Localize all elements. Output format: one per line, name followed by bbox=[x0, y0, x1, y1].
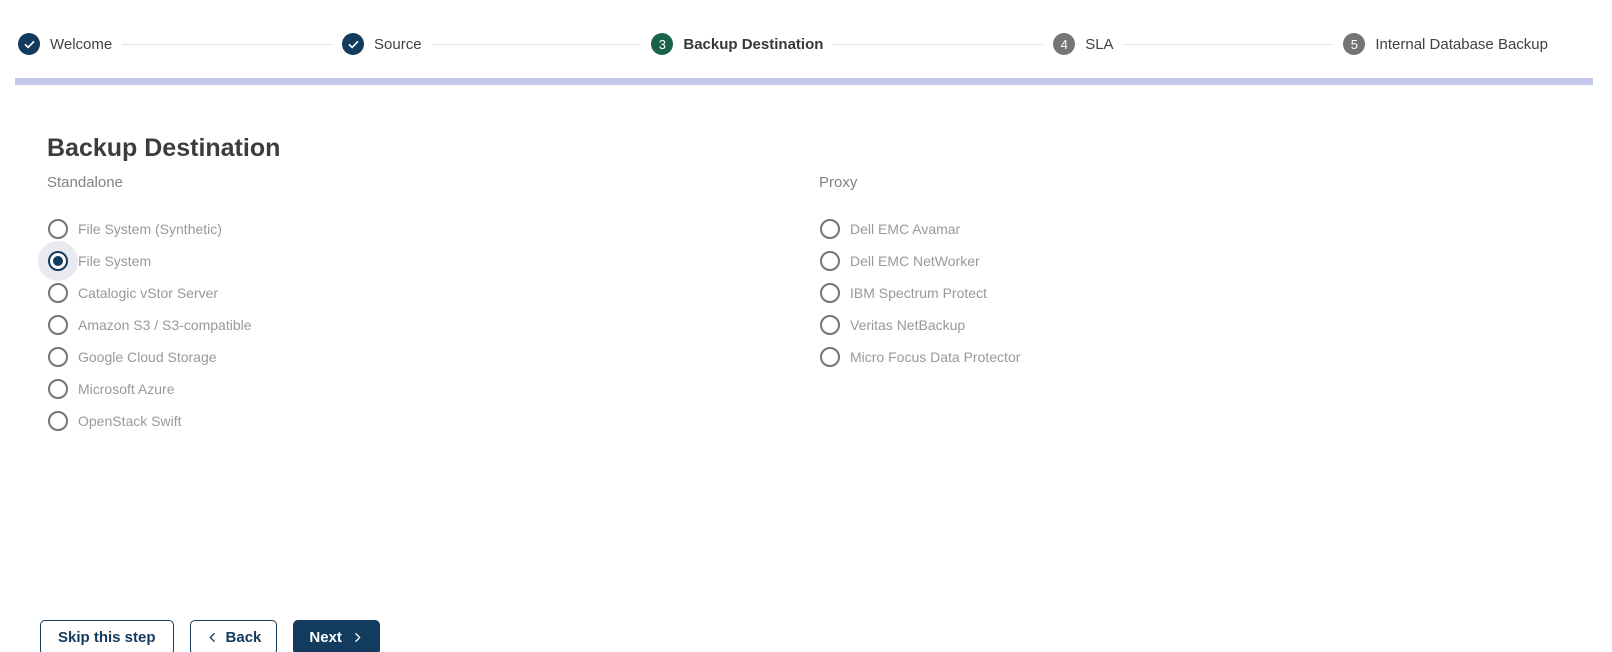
step-internal-database-backup[interactable]: 5 Internal Database Backup bbox=[1343, 33, 1548, 55]
chevron-left-icon bbox=[209, 633, 215, 642]
radio-icon bbox=[820, 251, 840, 271]
step-label: Welcome bbox=[50, 35, 113, 53]
wizard-progress-bar bbox=[15, 78, 1593, 85]
step-connector bbox=[431, 43, 642, 45]
radio-icon bbox=[48, 315, 68, 335]
radio-micro-focus-data-protector[interactable]: Micro Focus Data Protector bbox=[819, 341, 1591, 373]
standalone-radio-list: File System (Synthetic) File System Cata… bbox=[47, 213, 819, 437]
radio-icon bbox=[820, 315, 840, 335]
page-title: Backup Destination bbox=[47, 134, 281, 162]
next-button[interactable]: Next bbox=[293, 620, 380, 652]
radio-file-system-synthetic[interactable]: File System (Synthetic) bbox=[47, 213, 819, 245]
proxy-group: Proxy Dell EMC Avamar Dell EMC NetWorker… bbox=[819, 174, 1591, 437]
skip-step-label: Skip this step bbox=[58, 629, 156, 646]
step-connector bbox=[1123, 43, 1334, 45]
radio-microsoft-azure[interactable]: Microsoft Azure bbox=[47, 373, 819, 405]
next-label: Next bbox=[309, 629, 342, 646]
step-welcome[interactable]: Welcome bbox=[18, 33, 112, 55]
step-label: SLA bbox=[1085, 35, 1114, 53]
step-label: Internal Database Backup bbox=[1375, 35, 1548, 53]
radio-catalogic-vstor-server[interactable]: Catalogic vStor Server bbox=[47, 277, 819, 309]
wizard-actions: Skip this step Back Next bbox=[40, 620, 380, 652]
chevron-right-icon bbox=[355, 633, 361, 642]
radio-openstack-swift[interactable]: OpenStack Swift bbox=[47, 405, 819, 437]
radio-file-system[interactable]: File System bbox=[47, 245, 819, 277]
radio-dell-emc-networker[interactable]: Dell EMC NetWorker bbox=[819, 245, 1591, 277]
wizard-stepper: Welcome Source 3 Backup Destination 4 SL… bbox=[18, 33, 1548, 55]
step-number-badge: 4 bbox=[1053, 33, 1076, 55]
radio-icon bbox=[48, 411, 68, 431]
radio-icon bbox=[48, 219, 68, 239]
step-number-badge: 3 bbox=[651, 33, 674, 55]
radio-icon bbox=[820, 347, 840, 367]
check-icon bbox=[342, 33, 365, 55]
radio-veritas-netbackup[interactable]: Veritas NetBackup bbox=[819, 309, 1591, 341]
backup-destination-panel: Backup Destination Standalone File Syste… bbox=[0, 133, 1612, 437]
back-button[interactable]: Back bbox=[189, 620, 278, 652]
step-label: Backup Destination bbox=[683, 35, 824, 53]
skip-step-button[interactable]: Skip this step bbox=[40, 620, 174, 652]
radio-icon bbox=[820, 219, 840, 239]
group-label-proxy: Proxy bbox=[819, 174, 858, 191]
radio-ibm-spectrum-protect[interactable]: IBM Spectrum Protect bbox=[819, 277, 1591, 309]
step-backup-destination[interactable]: 3 Backup Destination bbox=[651, 33, 823, 55]
group-label-standalone: Standalone bbox=[47, 174, 123, 191]
back-label: Back bbox=[225, 629, 262, 646]
step-connector bbox=[122, 43, 333, 45]
radio-icon bbox=[48, 347, 68, 367]
radio-icon bbox=[820, 283, 840, 303]
step-source[interactable]: Source bbox=[342, 33, 422, 55]
check-icon bbox=[18, 33, 40, 55]
radio-icon bbox=[48, 283, 68, 303]
step-number-badge: 5 bbox=[1343, 33, 1366, 55]
step-connector bbox=[833, 43, 1044, 45]
step-sla[interactable]: 4 SLA bbox=[1053, 33, 1114, 55]
radio-google-cloud-storage[interactable]: Google Cloud Storage bbox=[47, 341, 819, 373]
radio-selected-icon bbox=[48, 251, 68, 271]
standalone-group: Standalone File System (Synthetic) File … bbox=[47, 174, 819, 437]
proxy-radio-list: Dell EMC Avamar Dell EMC NetWorker IBM S… bbox=[819, 213, 1591, 373]
radio-icon bbox=[48, 379, 68, 399]
step-label: Source bbox=[374, 35, 422, 53]
radio-dell-emc-avamar[interactable]: Dell EMC Avamar bbox=[819, 213, 1591, 245]
radio-amazon-s3[interactable]: Amazon S3 / S3-compatible bbox=[47, 309, 819, 341]
